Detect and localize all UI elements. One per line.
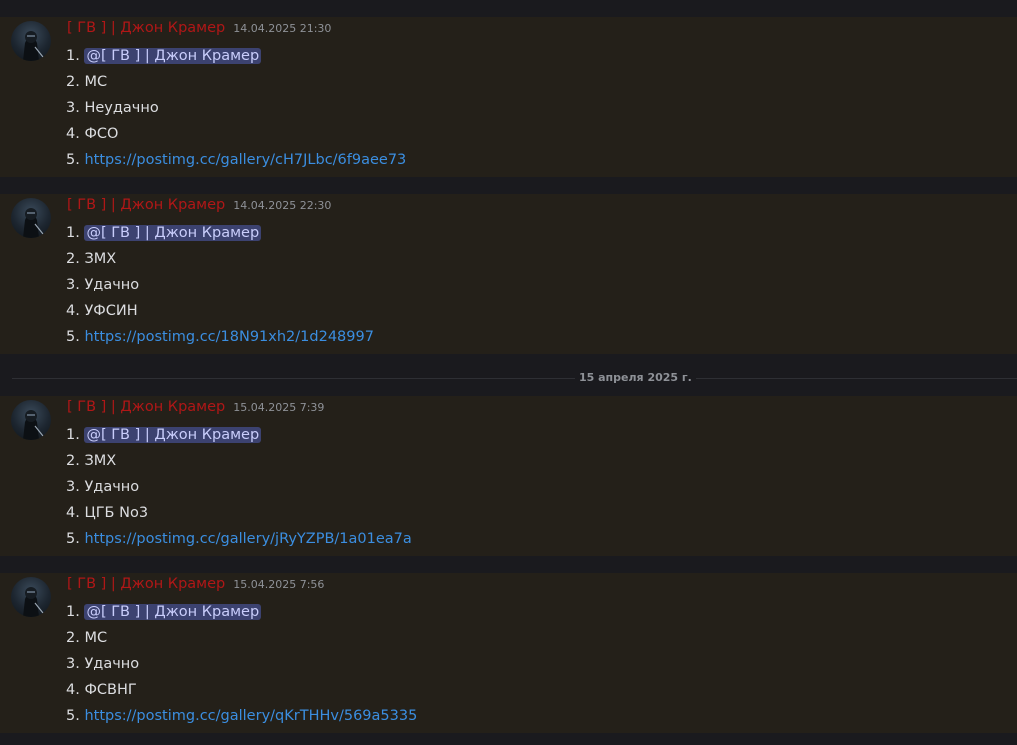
- message-line: 5. https://postimg.cc/gallery/jRyYZPB/1a…: [66, 528, 412, 550]
- message-line: 5. https://postimg.cc/gallery/cH7JLbc/6f…: [66, 149, 406, 171]
- username[interactable]: [ ГВ ] | Джон Крамер: [67, 20, 225, 36]
- message-line: 1. @[ ГВ ] | Джон Крамер: [66, 45, 262, 67]
- list-number: 4.: [66, 505, 80, 521]
- user-mention[interactable]: @[ ГВ ] | Джон Крамер: [84, 225, 262, 241]
- message-line: 3. Удачно: [66, 476, 139, 498]
- user-mention[interactable]: @[ ГВ ] | Джон Крамер: [84, 48, 262, 64]
- message-text: МС: [84, 630, 108, 646]
- username[interactable]: [ ГВ ] | Джон Крамер: [67, 576, 225, 592]
- username[interactable]: [ ГВ ] | Джон Крамер: [67, 197, 225, 213]
- message-line: 1. @[ ГВ ] | Джон Крамер: [66, 601, 262, 623]
- user-mention[interactable]: @[ ГВ ] | Джон Крамер: [84, 427, 262, 443]
- message-line: 4. ФСО: [66, 123, 118, 145]
- gallery-link[interactable]: https://postimg.cc/gallery/qKrTHHv/569a5…: [84, 708, 417, 724]
- list-number: 4.: [66, 682, 80, 698]
- message-text: МС: [84, 74, 108, 90]
- message: [ ГВ ] | Джон Крамер 14.04.2025 22:30 1.…: [0, 194, 1017, 354]
- list-number: 5.: [66, 708, 80, 724]
- list-number: 2.: [66, 251, 80, 267]
- timestamp: 15.04.2025 7:56: [233, 578, 325, 591]
- message-text: ЗМХ: [84, 453, 117, 469]
- message-line: 3. Неудачно: [66, 97, 159, 119]
- list-number: 2.: [66, 74, 80, 90]
- message: [ ГВ ] | Джон Крамер 15.04.2025 7:56 1. …: [0, 573, 1017, 733]
- username[interactable]: [ ГВ ] | Джон Крамер: [67, 399, 225, 415]
- message-text: Удачно: [84, 277, 140, 293]
- list-number: 3.: [66, 656, 80, 672]
- list-number: 1.: [66, 604, 80, 620]
- user-avatar[interactable]: [11, 577, 51, 617]
- message-text: Удачно: [84, 479, 140, 495]
- message-line: 4. УФСИН: [66, 300, 138, 322]
- message-text: Удачно: [84, 656, 140, 672]
- list-number: 4.: [66, 303, 80, 319]
- timestamp: 15.04.2025 7:39: [233, 401, 325, 414]
- message-header: [ ГВ ] | Джон Крамер 14.04.2025 22:30: [67, 197, 331, 217]
- message-text: Неудачно: [84, 100, 159, 116]
- message-line: 3. Удачно: [66, 274, 139, 296]
- list-number: 1.: [66, 225, 80, 241]
- gallery-link[interactable]: https://postimg.cc/gallery/jRyYZPB/1a01e…: [84, 531, 411, 547]
- message-line: 2. МС: [66, 71, 107, 93]
- list-number: 5.: [66, 329, 80, 345]
- message-header: [ ГВ ] | Джон Крамер 15.04.2025 7:39: [67, 399, 324, 419]
- message-line: 5. https://postimg.cc/gallery/qKrTHHv/56…: [66, 705, 417, 727]
- gallery-link[interactable]: https://postimg.cc/18N91xh2/1d248997: [84, 329, 374, 345]
- list-number: 3.: [66, 479, 80, 495]
- message-line: 2. ЗМХ: [66, 248, 116, 270]
- message-line: 4. ЦГБ No3: [66, 502, 148, 524]
- message-header: [ ГВ ] | Джон Крамер 15.04.2025 7:56: [67, 576, 324, 596]
- message: [ ГВ ] | Джон Крамер 15.04.2025 7:39 1. …: [0, 396, 1017, 556]
- date-divider-label: 15 апреля 2025 г.: [575, 370, 696, 386]
- list-number: 5.: [66, 152, 80, 168]
- message-line: 4. ФСВНГ: [66, 679, 137, 701]
- message-text: ЗМХ: [84, 251, 117, 267]
- message-line: 2. МС: [66, 627, 107, 649]
- user-avatar[interactable]: [11, 21, 51, 61]
- chat-message-list: [ ГВ ] | Джон Крамер 14.04.2025 21:30 1.…: [0, 0, 1017, 745]
- message-header: [ ГВ ] | Джон Крамер 14.04.2025 21:30: [67, 20, 331, 40]
- message-text: ЦГБ No3: [84, 505, 149, 521]
- gallery-link[interactable]: https://postimg.cc/gallery/cH7JLbc/6f9ae…: [84, 152, 406, 168]
- message: [ ГВ ] | Джон Крамер 14.04.2025 21:30 1.…: [0, 17, 1017, 177]
- user-avatar[interactable]: [11, 400, 51, 440]
- list-number: 2.: [66, 630, 80, 646]
- list-number: 1.: [66, 427, 80, 443]
- timestamp: 14.04.2025 21:30: [233, 22, 332, 35]
- message-text: ФСВНГ: [84, 682, 137, 698]
- message-text: УФСИН: [84, 303, 138, 319]
- timestamp: 14.04.2025 22:30: [233, 199, 332, 212]
- message-line: 5. https://postimg.cc/18N91xh2/1d248997: [66, 326, 374, 348]
- list-number: 5.: [66, 531, 80, 547]
- list-number: 3.: [66, 277, 80, 293]
- message-line: 2. ЗМХ: [66, 450, 116, 472]
- user-avatar[interactable]: [11, 198, 51, 238]
- list-number: 4.: [66, 126, 80, 142]
- list-number: 3.: [66, 100, 80, 116]
- list-number: 1.: [66, 48, 80, 64]
- user-mention[interactable]: @[ ГВ ] | Джон Крамер: [84, 604, 262, 620]
- message-line: 1. @[ ГВ ] | Джон Крамер: [66, 222, 262, 244]
- message-line: 1. @[ ГВ ] | Джон Крамер: [66, 424, 262, 446]
- list-number: 2.: [66, 453, 80, 469]
- message-line: 3. Удачно: [66, 653, 139, 675]
- date-divider-line: [12, 378, 1017, 379]
- message-text: ФСО: [84, 126, 119, 142]
